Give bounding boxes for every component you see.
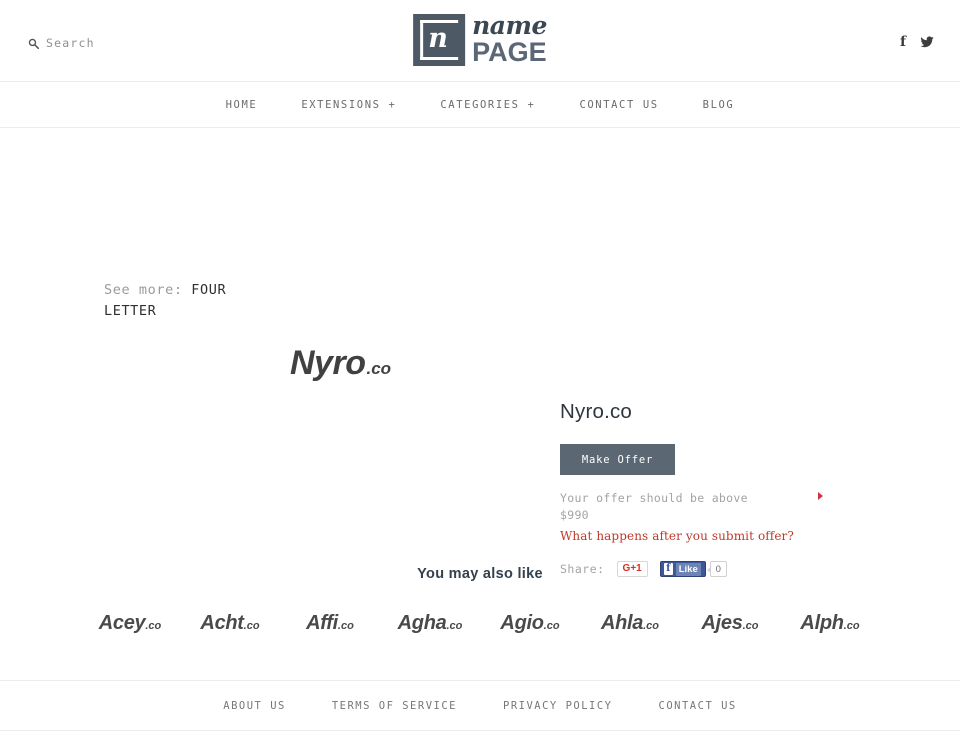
nav-item-home[interactable]: HOME: [204, 99, 280, 111]
offer-minimum-note: Your offer should be above $990: [560, 490, 823, 524]
also-like-title: You may also like: [417, 566, 543, 582]
search-button[interactable]: Search: [28, 36, 95, 50]
also-like-item-alph[interactable]: Alph.co: [780, 612, 880, 635]
also-item-tld: .co: [337, 620, 354, 632]
logo-mark-letter: n: [428, 22, 448, 54]
make-offer-button[interactable]: Make Offer: [560, 444, 675, 475]
search-label: Search: [46, 36, 95, 50]
social-links: f: [900, 35, 934, 49]
also-like-item-acey[interactable]: Acey.co: [80, 612, 180, 635]
footer-link-privacy-policy[interactable]: PRIVACY POLICY: [480, 700, 636, 712]
also-like-grid: Acey.co Acht.co Affi.co Agha.co Agio.co …: [0, 612, 960, 635]
domain-artwork-tld: .co: [366, 359, 392, 378]
search-icon: [28, 38, 39, 49]
also-item-tld: .co: [543, 620, 560, 632]
domain-artwork: Nyro .co: [290, 344, 391, 383]
copyright: © 2017 Namepage.: [0, 731, 960, 743]
also-like-item-affi[interactable]: Affi.co: [280, 612, 380, 635]
logo-page-text: PAGE: [472, 37, 547, 67]
footer-link-about-us[interactable]: ABOUT US: [200, 700, 309, 712]
also-item-base: Acht: [200, 612, 244, 634]
nav-item-categories[interactable]: CATEGORIES +: [418, 99, 557, 111]
footer-navigation: ABOUT US TERMS OF SERVICE PRIVACY POLICY…: [0, 680, 960, 731]
offer-panel: Nyro.co Make Offer Your offer should be …: [560, 400, 823, 577]
offer-minimum-text: Your offer should be above $990: [560, 491, 748, 522]
logo-wordmark: name PAGE: [472, 13, 547, 66]
also-item-tld: .co: [742, 620, 759, 632]
also-like-item-ahla[interactable]: Ahla.co: [580, 612, 680, 635]
also-like-item-agha[interactable]: Agha.co: [380, 612, 480, 635]
also-item-base: Affi: [306, 612, 338, 634]
you-may-also-like-section: You may also like Acey.co Acht.co Affi.c…: [0, 560, 960, 680]
domain-artwork-base: Nyro: [290, 344, 366, 382]
also-like-item-ajes[interactable]: Ajes.co: [680, 612, 780, 635]
breadcrumb-prefix: See more:: [104, 282, 183, 298]
site-logo[interactable]: n name PAGE: [413, 13, 547, 66]
main-navigation: HOME EXTENSIONS + CATEGORIES + CONTACT U…: [0, 82, 960, 128]
page-title: Nyro.co: [560, 400, 633, 423]
facebook-icon[interactable]: f: [900, 35, 906, 49]
also-item-base: Ahla: [600, 612, 644, 634]
also-item-base: Agha: [397, 612, 447, 634]
also-item-tld: .co: [843, 620, 860, 632]
nav-item-contact-us[interactable]: CONTACT US: [557, 99, 680, 111]
also-item-tld: .co: [243, 620, 260, 632]
logo-mark-icon: n: [413, 13, 466, 66]
top-bar: Search n name PAGE f: [0, 0, 960, 82]
also-item-tld: .co: [446, 620, 463, 632]
offer-help-link[interactable]: What happens after you submit offer?: [560, 529, 820, 543]
arrow-right-icon: [818, 492, 823, 500]
nav-item-extensions[interactable]: EXTENSIONS +: [279, 99, 418, 111]
also-like-item-agio[interactable]: Agio.co: [480, 612, 580, 635]
listing-content: See more: FOUR LETTER Nyro .co Nyro.co M…: [0, 128, 960, 577]
also-item-base: Alph: [800, 612, 844, 634]
nav-item-blog[interactable]: BLOG: [681, 99, 757, 111]
also-item-base: Ajes: [701, 612, 743, 634]
also-item-tld: .co: [643, 620, 660, 632]
also-item-tld: .co: [145, 620, 162, 632]
twitter-icon[interactable]: [920, 35, 934, 49]
footer-link-terms-of-service[interactable]: TERMS OF SERVICE: [309, 700, 480, 712]
also-item-base: Acey: [98, 612, 146, 634]
also-item-base: Agio: [500, 612, 544, 634]
also-like-item-acht[interactable]: Acht.co: [180, 612, 280, 635]
breadcrumb: See more: FOUR LETTER: [104, 280, 279, 322]
logo-name-text: name: [472, 11, 547, 40]
footer-link-contact-us[interactable]: CONTACT US: [636, 700, 760, 712]
